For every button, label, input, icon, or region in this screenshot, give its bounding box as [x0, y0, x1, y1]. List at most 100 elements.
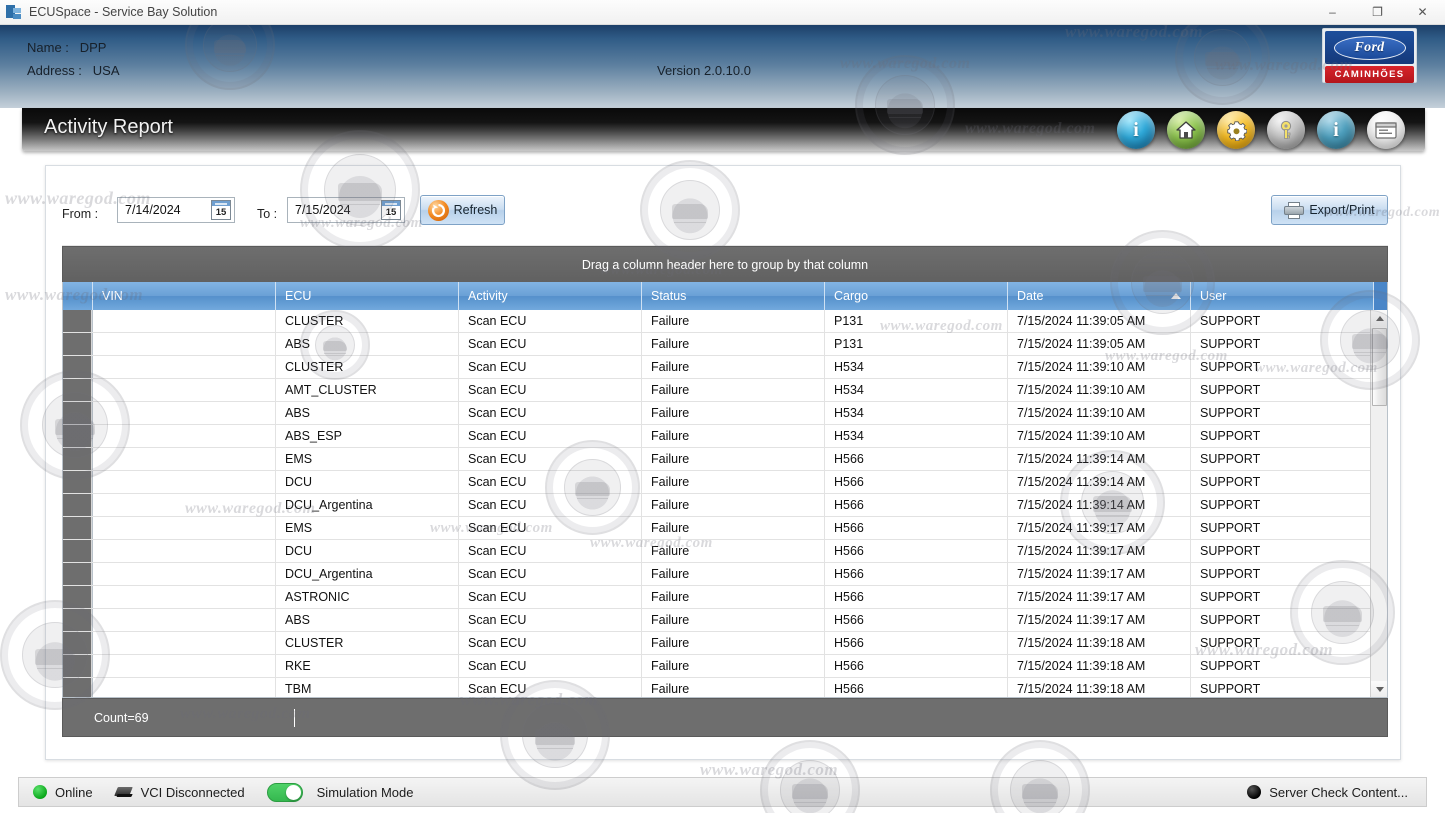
table-row[interactable]: EMS Scan ECU Failure H566 7/15/2024 11:39:14… — [63, 448, 1387, 471]
section-header-bar: Activity Report i i — [22, 108, 1425, 151]
cell-vin — [93, 540, 276, 562]
scroll-up-button[interactable] — [1371, 310, 1387, 327]
grid-header-select-all[interactable] — [63, 282, 93, 310]
grid-header-cargo[interactable]: Cargo — [825, 282, 1008, 310]
to-date-input[interactable]: 7/15/2024 15 — [287, 197, 405, 223]
row-indicator[interactable] — [63, 678, 93, 697]
cell-cargo: H566 — [825, 494, 1008, 516]
cell-date: 7/15/2024 11:39:18 AM — [1008, 632, 1191, 654]
group-panel[interactable]: Drag a column header here to group by th… — [62, 246, 1388, 282]
grid-header-label: VIN — [102, 289, 123, 303]
window-card-icon — [1375, 121, 1397, 139]
cell-activity: Scan ECU — [459, 540, 642, 562]
cell-activity: Scan ECU — [459, 517, 642, 539]
grid-header-ecu[interactable]: ECU — [276, 282, 459, 310]
cell-vin — [93, 609, 276, 631]
table-row[interactable]: ABS Scan ECU Failure H534 7/15/2024 11:39:10… — [63, 402, 1387, 425]
export-print-label: Export/Print — [1309, 203, 1375, 217]
row-indicator[interactable] — [63, 379, 93, 401]
info-icon: i — [1333, 119, 1339, 141]
table-row[interactable]: DCU Scan ECU Failure H566 7/15/2024 11:39:17… — [63, 540, 1387, 563]
table-row[interactable]: AMT_CLUSTER Scan ECU Failure H534 7/15/2024 … — [63, 379, 1387, 402]
grid-header-date[interactable]: Date — [1008, 282, 1191, 310]
scrollbar-thumb[interactable] — [1372, 328, 1387, 406]
table-row[interactable]: EMS Scan ECU Failure H566 7/15/2024 11:39:17… — [63, 517, 1387, 540]
page-title: Activity Report — [44, 116, 173, 138]
cell-user: SUPPORT — [1191, 678, 1374, 697]
row-indicator[interactable] — [63, 517, 93, 539]
close-button[interactable]: ✕ — [1400, 0, 1445, 25]
table-row[interactable]: ABS Scan ECU Failure P131 7/15/2024 11:39:05… — [63, 333, 1387, 356]
customer-name-label: Name : — [27, 40, 69, 55]
settings-button[interactable] — [1217, 111, 1255, 149]
grid-header-user[interactable]: User — [1191, 282, 1374, 310]
row-indicator[interactable] — [63, 655, 93, 677]
table-row[interactable]: ASTRONIC Scan ECU Failure H566 7/15/2024 11:… — [63, 586, 1387, 609]
cell-status: Failure — [642, 333, 825, 355]
cell-cargo: P131 — [825, 333, 1008, 355]
cell-activity: Scan ECU — [459, 379, 642, 401]
server-status-icon — [1247, 785, 1262, 799]
simulation-mode-toggle[interactable] — [266, 782, 303, 802]
table-row[interactable]: ABS Scan ECU Failure H566 7/15/2024 11:39:17… — [63, 609, 1387, 632]
grid-header-activity[interactable]: Activity — [459, 282, 642, 310]
restore-button[interactable]: ❐ — [1355, 0, 1400, 25]
row-indicator[interactable] — [63, 448, 93, 470]
row-indicator[interactable] — [63, 356, 93, 378]
cell-cargo: H534 — [825, 379, 1008, 401]
row-indicator[interactable] — [63, 471, 93, 493]
cell-cargo: H566 — [825, 655, 1008, 677]
row-indicator[interactable] — [63, 609, 93, 631]
cell-status: Failure — [642, 517, 825, 539]
table-row[interactable]: DCU_Argentina Scan ECU Failure H566 7/15/202… — [63, 563, 1387, 586]
refresh-button[interactable]: Refresh — [420, 195, 505, 225]
table-row[interactable]: CLUSTER Scan ECU Failure H534 7/15/2024 11:3… — [63, 356, 1387, 379]
row-indicator[interactable] — [63, 563, 93, 585]
grid-header-status[interactable]: Status — [642, 282, 825, 310]
row-indicator[interactable] — [63, 402, 93, 424]
cell-date: 7/15/2024 11:39:17 AM — [1008, 517, 1191, 539]
cell-cargo: P131 — [825, 310, 1008, 332]
scroll-down-button[interactable] — [1371, 681, 1387, 697]
table-row[interactable]: DCU Scan ECU Failure H566 7/15/2024 11:39:14… — [63, 471, 1387, 494]
table-row[interactable]: ABS_ESP Scan ECU Failure H534 7/15/2024 11:3… — [63, 425, 1387, 448]
minimize-button[interactable]: – — [1310, 0, 1355, 25]
brand-logo-oval: Ford — [1325, 31, 1414, 64]
customer-address-label: Address : — [27, 63, 82, 78]
row-indicator[interactable] — [63, 586, 93, 608]
row-indicator[interactable] — [63, 333, 93, 355]
table-row[interactable]: DCU_Argentina Scan ECU Failure H566 7/15/202… — [63, 494, 1387, 517]
table-row[interactable]: TBM Scan ECU Failure H566 7/15/2024 11:39:18… — [63, 678, 1387, 697]
cell-activity: Scan ECU — [459, 402, 642, 424]
window-controls: – ❐ ✕ — [1310, 0, 1445, 25]
cell-status: Failure — [642, 678, 825, 697]
grid-header-vin[interactable]: VIN — [93, 282, 276, 310]
cell-activity: Scan ECU — [459, 333, 642, 355]
row-indicator[interactable] — [63, 632, 93, 654]
calendar-icon[interactable]: 15 — [211, 200, 231, 220]
info-button[interactable]: i — [1117, 111, 1155, 149]
row-indicator[interactable] — [63, 494, 93, 516]
row-indicator[interactable] — [63, 540, 93, 562]
cell-date: 7/15/2024 11:39:05 AM — [1008, 310, 1191, 332]
export-print-button[interactable]: Export/Print — [1271, 195, 1388, 225]
row-indicator[interactable] — [63, 425, 93, 447]
cell-cargo: H566 — [825, 448, 1008, 470]
window-button[interactable] — [1367, 111, 1405, 149]
calendar-icon[interactable]: 15 — [381, 200, 401, 220]
grid-vertical-scrollbar[interactable] — [1370, 310, 1387, 697]
cell-ecu: DCU_Argentina — [276, 563, 459, 585]
table-row[interactable]: RKE Scan ECU Failure H566 7/15/2024 11:39:18… — [63, 655, 1387, 678]
table-row[interactable]: CLUSTER Scan ECU Failure H566 7/15/2024 11:3… — [63, 632, 1387, 655]
about-button[interactable]: i — [1317, 111, 1355, 149]
table-row[interactable]: CLUSTER Scan ECU Failure P131 7/15/2024 11:3… — [63, 310, 1387, 333]
customer-name-value: DPP — [79, 40, 107, 55]
grid-header-label: Status — [651, 289, 687, 303]
home-button[interactable] — [1167, 111, 1205, 149]
row-indicator[interactable] — [63, 310, 93, 332]
from-date-input[interactable]: 7/14/2024 15 — [117, 197, 235, 223]
cell-ecu: TBM — [276, 678, 459, 697]
license-button[interactable] — [1267, 111, 1305, 149]
cell-date: 7/15/2024 11:39:18 AM — [1008, 678, 1191, 697]
cell-ecu: ABS_ESP — [276, 425, 459, 447]
